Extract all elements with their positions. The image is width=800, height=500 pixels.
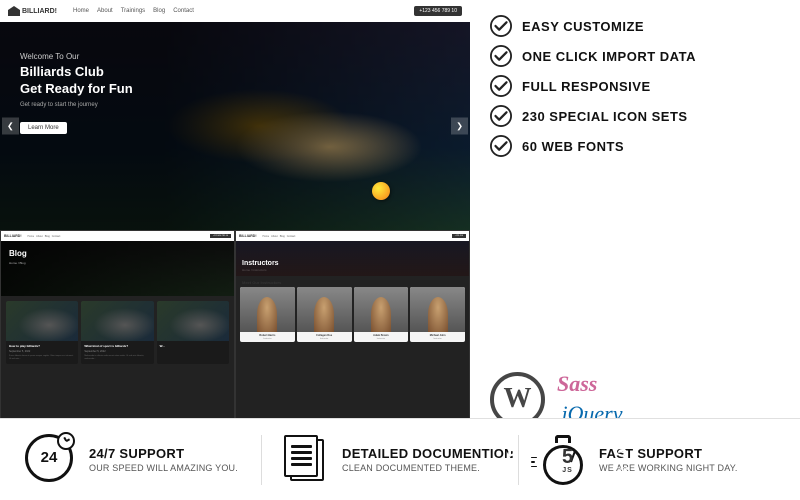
blog-card-1-title: How to play billiards? <box>9 344 75 348</box>
blog-card-1-image <box>6 301 78 341</box>
blog-card-2: What kind of sport is billiards? Septemb… <box>81 301 153 364</box>
hero-nav-phone: +123 456 789 10 <box>414 6 462 16</box>
inst-card-3-role: Instructor <box>354 338 409 342</box>
docs-item: DETAILED DOCUMENTION CLEAN DOCUMENTED TH… <box>262 435 518 485</box>
inst-card-4: Michael John Instructor <box>410 287 465 342</box>
hero-subtitle: Get ready to start the journey <box>20 102 133 108</box>
document-icon <box>282 435 330 485</box>
feature-easy-customize-label: EASY CUSTOMIZE <box>522 19 644 34</box>
fast-support-item: FAST SUPPORT WE ARE WORKING NIGHT DAY. <box>519 435 775 485</box>
support-24-icon: 24 <box>25 434 77 486</box>
bottom-bar: 24 24/7 SUPPORT OUR SPEED WILL AMAZING Y… <box>0 418 800 500</box>
blog-cards: How to play billiards? September 5, 2022… <box>1 296 234 369</box>
inst-card-2-role: Instructor <box>297 338 352 342</box>
blog-nav: BILLIARD! Home About Blog Contact +123 4… <box>1 231 234 241</box>
css3-number: 3 <box>617 447 628 467</box>
inst-cards: Robert Harris Instructor Collagen Doe In… <box>236 287 469 342</box>
support-24-title: 24/7 SUPPORT <box>89 446 238 461</box>
feature-fonts-label: 60 WEB FONTS <box>522 139 624 154</box>
feature-fonts: 60 WEB FONTS <box>490 135 780 157</box>
support-24-subtitle: OUR SPEED WILL AMAZING YOU. <box>89 463 238 473</box>
support-24-text: 24/7 SUPPORT OUR SPEED WILL AMAZING YOU. <box>89 446 238 473</box>
hero-nav-links: Home About Trainings Blog Contact <box>73 8 194 14</box>
docs-text: DETAILED DOCUMENTION CLEAN DOCUMENTED TH… <box>342 446 514 473</box>
hero-nav: BILLIARD! Home About Trainings Blog Cont… <box>0 0 470 22</box>
html5-text: HTML <box>501 467 524 474</box>
sass-logo: Sass <box>557 371 623 397</box>
inst-hero-bg <box>236 241 469 276</box>
billiard-logo-icon <box>8 6 20 16</box>
blog-card-2-image <box>81 301 153 341</box>
inst-card-1-photo <box>240 287 295 332</box>
hero-next-arrow[interactable]: ❯ <box>451 118 468 135</box>
hero-text-overlay: Welcome To Our Billiards ClubGet Ready f… <box>20 52 133 134</box>
inst-card-3: Adam Brown Instructor <box>354 287 409 342</box>
billiard-ball <box>372 182 390 200</box>
blog-card-2-text: Malesuada in ultricies odio mauris vitae… <box>84 355 150 361</box>
check-icon-4 <box>490 105 512 127</box>
js5-number: 5 <box>562 447 573 467</box>
blog-card-1-body: How to play billiards? September 5, 2022… <box>6 341 78 364</box>
inst-logo: BILLIARD! <box>239 234 257 238</box>
inst-card-1-role: Instructor <box>240 338 295 342</box>
support-24-item: 24 24/7 SUPPORT OUR SPEED WILL AMAZING Y… <box>25 434 261 486</box>
blog-logo: BILLIARD! <box>4 234 22 238</box>
feature-easy-customize: EASY CUSTOMIZE <box>490 15 780 37</box>
html5-number: 5 <box>507 447 518 467</box>
blog-card-2-title: What kind of sport is billiards? <box>84 344 150 348</box>
hero-learn-more-button[interactable]: Learn More <box>20 122 67 134</box>
inst-section-title: Instructors <box>242 260 279 267</box>
features-list: EASY CUSTOMIZE ONE CLICK IMPORT DATA <box>490 15 780 165</box>
blog-breadcrumb: Home / Blog <box>9 261 26 265</box>
inst-nav: BILLIARD! Home About Blog Contact +123 4… <box>236 231 469 241</box>
blog-phone: +123 456 789 10 <box>210 234 231 238</box>
check-icon-5 <box>490 135 512 157</box>
check-icon-3 <box>490 75 512 97</box>
hero-prev-arrow[interactable]: ❮ <box>2 118 19 135</box>
feature-one-click: ONE CLICK IMPORT DATA <box>490 45 780 67</box>
feature-icons: 230 SPECIAL ICON SETS <box>490 105 780 127</box>
feature-responsive: FULL RESPONSIVE <box>490 75 780 97</box>
blog-card-3: W... <box>157 301 229 364</box>
blog-hero-section: Blog Home / Blog <box>1 241 234 296</box>
wordpress-letter: W <box>504 383 532 415</box>
css3-text: CSS <box>614 467 631 474</box>
inst-card-4-role: Instructor <box>410 338 465 342</box>
inst-card-3-photo <box>354 287 409 332</box>
inst-nav-links: Home About Blog Contact <box>263 235 296 238</box>
inst-card-1: Robert Harris Instructor <box>240 287 295 342</box>
blog-hero-overlay <box>1 241 234 296</box>
js5-text: JS <box>562 467 573 474</box>
check-icon-1 <box>490 15 512 37</box>
hero-nav-logo: BILLIARD! <box>8 6 57 16</box>
blog-card-1-date: September 5, 2022 <box>9 350 75 353</box>
inst-card-2: Collagen Doe Instructor <box>297 287 352 342</box>
blog-card-2-body: What kind of sport is billiards? Septemb… <box>81 341 153 364</box>
docs-title: DETAILED DOCUMENTION <box>342 446 514 461</box>
blog-card-2-date: September 5, 2022 <box>84 350 150 353</box>
blog-nav-links: Home About Blog Contact <box>28 235 61 238</box>
blog-card-3-body: W... <box>157 341 229 353</box>
inst-hero-section: Instructors Home / Instructors <box>236 241 469 276</box>
hero-welcome: Welcome To Our <box>20 52 133 61</box>
hero-screenshot: BILLIARD! Home About Trainings Blog Cont… <box>0 0 470 230</box>
inst-card-2-photo <box>297 287 352 332</box>
inst-meet-title: Meet Our Instructors <box>236 276 469 287</box>
feature-icons-label: 230 SPECIAL ICON SETS <box>522 109 688 124</box>
hero-title: Billiards ClubGet Ready for Fun <box>20 64 133 98</box>
check-icon-2 <box>490 45 512 67</box>
blog-card-1-text: Fusce lobortis lorem at ipsum semper sag… <box>9 355 75 361</box>
blog-card-1: How to play billiards? September 5, 2022… <box>6 301 78 364</box>
blog-section-title: Blog <box>9 249 27 258</box>
blog-card-3-title: W... <box>160 344 226 348</box>
feature-one-click-label: ONE CLICK IMPORT DATA <box>522 49 696 64</box>
inst-phone: +123 456 <box>452 234 466 238</box>
docs-subtitle: CLEAN DOCUMENTED THEME. <box>342 463 514 473</box>
inst-card-4-photo <box>410 287 465 332</box>
hero-content: Welcome To Our Billiards ClubGet Ready f… <box>0 22 470 230</box>
feature-responsive-label: FULL RESPONSIVE <box>522 79 651 94</box>
blog-card-3-image <box>157 301 229 341</box>
